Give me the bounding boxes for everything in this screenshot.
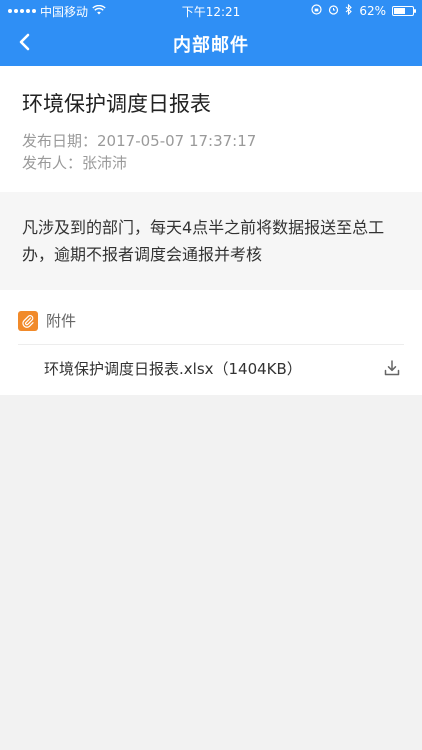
paperclip-icon	[18, 310, 38, 331]
alarm-icon	[328, 4, 339, 18]
attachments-header: 附件	[18, 310, 76, 331]
publish-date-row: 发布日期：2017-05-07 17:37:17	[22, 130, 256, 151]
rotation-lock-icon	[311, 4, 322, 18]
mail-body-text: 凡涉及到的部门，每天4点半之前将数据报送至总工办，逾期不报者调度会通报并考核	[22, 218, 385, 264]
publisher-value: 张沛沛	[82, 154, 128, 172]
mail-subject: 环境保护调度日报表	[22, 92, 211, 116]
download-icon[interactable]	[382, 358, 402, 378]
status-bar: 中国移动 下午12:21 62%	[0, 0, 422, 22]
attachments-label: 附件	[46, 312, 77, 330]
publish-date-label: 发布日期：	[22, 132, 98, 150]
nav-bar: 内部邮件	[0, 22, 422, 66]
chevron-left-icon	[18, 33, 30, 55]
attachments-section: 附件 环境保护调度日报表.xlsx（1404KB）	[0, 290, 422, 395]
bluetooth-icon	[345, 3, 353, 18]
back-button[interactable]	[12, 32, 36, 56]
status-right: 62%	[311, 0, 416, 22]
mail-header: 环境保护调度日报表 发布日期：2017-05-07 17:37:17 发布人：张…	[0, 66, 422, 192]
battery-icon	[392, 6, 416, 16]
publisher-label: 发布人：	[22, 154, 83, 172]
attachment-file-name[interactable]: 环境保护调度日报表.xlsx（1404KB）	[44, 358, 302, 379]
mail-body: 凡涉及到的部门，每天4点半之前将数据报送至总工办，逾期不报者调度会通报并考核	[0, 192, 422, 290]
divider	[18, 344, 404, 345]
publisher-row: 发布人：张沛沛	[22, 152, 127, 173]
publish-date-value: 2017-05-07 17:37:17	[97, 132, 257, 150]
page-title: 内部邮件	[173, 35, 249, 56]
attachment-item[interactable]: 环境保护调度日报表.xlsx（1404KB）	[0, 348, 422, 388]
battery-fill	[394, 8, 406, 14]
battery-percent: 62%	[359, 4, 386, 18]
